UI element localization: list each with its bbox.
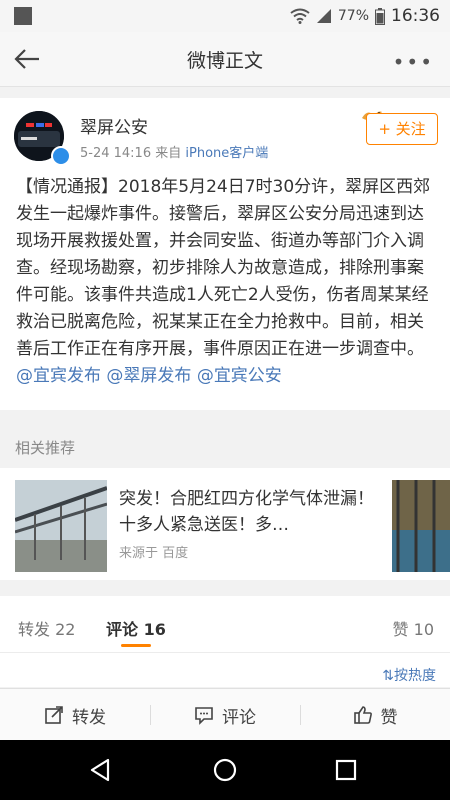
repost-button[interactable]: 转发 <box>0 689 150 741</box>
like-label: 赞 <box>380 707 398 728</box>
post-content: 【情况通报】2018年5月24日7时30分许，翠屏区西郊发生一起爆炸事件。接警后… <box>16 174 436 390</box>
system-home-icon[interactable] <box>213 758 237 782</box>
follow-button[interactable]: + 关注 <box>366 113 438 145</box>
source-prefix: 来自 <box>155 146 182 161</box>
follow-area: + 关注 <box>346 106 438 146</box>
top-nav-bar: 微博正文 ••• <box>0 32 450 87</box>
post-time: 5-24 14:16 <box>80 146 152 161</box>
system-recents-icon[interactable] <box>335 759 357 781</box>
post-meta: 5-24 14:16 来自 iPhone客户端 <box>80 142 268 161</box>
comment-button[interactable]: 评论 <box>150 689 300 741</box>
status-bar: 77% 16:36 <box>0 0 450 32</box>
active-tab-indicator <box>121 644 151 647</box>
sort-icon: ⇅ <box>382 668 394 684</box>
plus-icon: + <box>378 120 391 138</box>
mention-link[interactable]: @宜宾发布 <box>16 366 101 386</box>
thumbs-up-icon <box>353 706 372 724</box>
article-source: 来源于 百度 <box>119 546 189 561</box>
battery-icon <box>375 7 385 25</box>
article-headline: 突发！合肥红四方化学气体泄漏！十多人紧急送医！多… <box>119 489 374 535</box>
system-nav-bar <box>0 740 450 800</box>
system-back-icon[interactable] <box>88 758 112 782</box>
more-options-icon[interactable]: ••• <box>393 50 434 74</box>
post-source-link[interactable]: iPhone客户端 <box>185 146 268 161</box>
signal-icon <box>316 9 331 23</box>
mention-link[interactable]: @翠屏发布 <box>106 366 191 386</box>
bottom-action-bar: 转发 评论 赞 <box>0 688 450 741</box>
related-article-card[interactable]: 突发！合肥红四方化学气体泄漏！十多人紧急送医！多… 来源于 百度 <box>0 468 450 580</box>
share-icon <box>45 706 63 724</box>
sort-label: 按热度 <box>394 668 436 684</box>
post-body-text: 【情况通报】2018年5月24日7时30分许，翠屏区西郊发生一起爆炸事件。接警后… <box>16 177 431 359</box>
sort-by-hot-button[interactable]: ⇅按热度 <box>382 665 436 685</box>
tab-comment[interactable]: 评论 16 <box>106 616 166 640</box>
article-thumbnail <box>15 480 107 572</box>
weibo-post: 翠屏公安 5-24 14:16 来自 iPhone客户端 + 关注 【情况通报】… <box>0 98 450 410</box>
related-section-title: 相关推荐 <box>15 439 76 457</box>
battery-percent: 77% <box>337 8 369 24</box>
author-name[interactable]: 翠屏公安 <box>80 113 148 138</box>
follow-label: 关注 <box>395 120 426 138</box>
next-article-thumbnail[interactable] <box>392 480 450 572</box>
repost-label: 转发 <box>72 707 106 728</box>
notification-icon <box>14 7 32 25</box>
like-button[interactable]: 赞 <box>300 689 450 741</box>
comment-icon <box>195 707 213 725</box>
clock: 16:36 <box>391 6 440 26</box>
wifi-icon <box>290 8 310 24</box>
mention-link[interactable]: @宜宾公安 <box>197 366 282 386</box>
tab-like[interactable]: 赞 10 <box>393 616 434 640</box>
sort-row: ⇅按热度 <box>0 653 450 687</box>
status-indicators: 77% 16:36 <box>290 5 440 27</box>
interaction-tabs: 转发 22 评论 16 赞 10 <box>0 596 450 653</box>
verified-badge-icon <box>51 146 71 166</box>
comment-label: 评论 <box>222 707 256 728</box>
tab-repost[interactable]: 转发 22 <box>18 616 75 640</box>
page-title: 微博正文 <box>186 50 263 72</box>
